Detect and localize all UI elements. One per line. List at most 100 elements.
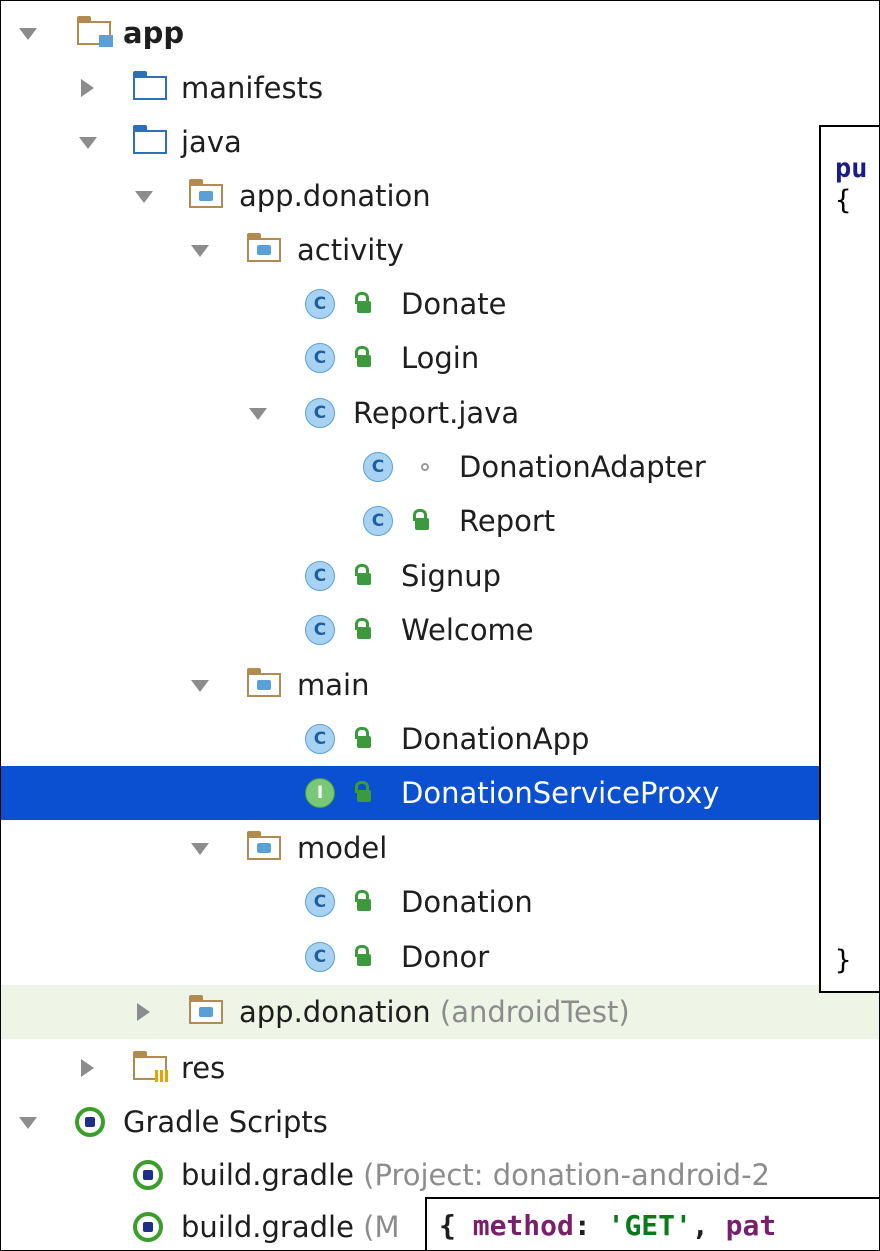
tree-item-welcome[interactable]: C Welcome [1,603,879,657]
tree-item-suffix: (Project: donation-android-2 [363,1158,770,1192]
code-open-brace: { [835,185,852,216]
public-lock-icon [353,945,371,970]
class-icon: C [305,561,335,591]
interface-icon: I [305,778,335,808]
tree-item-label: Report [459,504,556,538]
public-lock-icon [353,564,371,589]
folder-icon [133,125,167,154]
class-icon: C [363,452,393,482]
tree-item-donation-adapter[interactable]: C DonationAdapter [1,440,879,494]
tree-item-donate[interactable]: C Donate [1,277,879,331]
tree-item-gradle-scripts[interactable]: Gradle Scripts [1,1095,879,1149]
public-lock-icon [353,890,371,915]
tree-item-suffix: (androidTest) [439,995,630,1029]
tree-item-label: Signup [401,559,502,593]
tree-item-signup[interactable]: C Signup [1,549,879,603]
class-icon: C [305,887,335,917]
class-icon: C [363,506,393,536]
tree-item-package-android-test[interactable]: app.donation (androidTest) [1,985,879,1039]
public-lock-icon [353,781,371,806]
public-lock-icon [353,292,371,317]
code-comma: , [691,1209,726,1242]
tree-item-app[interactable]: app [1,6,879,60]
tree-item-build-gradle-project[interactable]: build.gradle (Project: donation-android-… [1,1148,879,1202]
resource-folder-icon [133,1051,169,1082]
expand-arrow-icon[interactable] [191,843,209,855]
tree-item-label: app.donation [239,179,431,213]
class-icon: C [305,398,335,428]
code-keyword: pu [835,153,868,184]
package-folder-icon [247,233,281,262]
code-open-brace: { [439,1209,473,1242]
expand-arrow-icon[interactable] [19,1117,37,1129]
expand-arrow-icon[interactable] [249,408,267,420]
tree-item-java[interactable]: java [1,115,879,169]
tree-item-donation-service-proxy[interactable]: I DonationServiceProxy [1,766,879,820]
gradle-icon [133,1160,163,1190]
tree-item-label: build.gradle (M [181,1210,400,1244]
package-folder-icon [189,995,223,1024]
tree-item-label: app.donation (androidTest) [239,995,630,1029]
package-folder-icon [247,831,281,860]
tree-item-donor[interactable]: C Donor [1,930,879,984]
public-lock-icon [353,727,371,752]
tree-item-label: DonationApp [401,722,590,756]
tree-item-label: Report.java [353,396,520,430]
code-method-key: method [472,1209,574,1242]
code-method-value: 'GET' [607,1209,692,1242]
package-folder-icon [247,668,281,697]
tree-item-label: res [181,1051,226,1085]
tree-item-label: app [123,16,185,50]
tree-item-login[interactable]: C Login [1,331,879,385]
package-private-icon [421,463,429,471]
tree-item-label: Donor [401,940,490,974]
tree-item-report-java[interactable]: C Report.java [1,386,879,440]
tree-item-label: manifests [181,71,324,105]
tree-item-report[interactable]: C Report [1,494,879,548]
tree-item-label: DonationServiceProxy [401,776,720,810]
class-icon: C [305,289,335,319]
tree-item-suffix: (M [363,1210,400,1244]
tree-item-label: Donation [401,885,533,919]
tree-item-label: DonationAdapter [459,450,706,484]
tree-item-activity[interactable]: activity [1,223,879,277]
gradle-icon [133,1212,163,1242]
route-config-overlay: { method: 'GET', pat [425,1197,879,1250]
tree-item-label: main [297,668,370,702]
package-folder-icon [189,179,223,208]
gradle-icon [75,1107,105,1137]
tree-item-label: activity [297,233,404,267]
module-folder-icon [77,16,113,47]
tree-item-package-app-donation[interactable]: app.donation [1,169,879,223]
expand-arrow-icon[interactable] [79,137,97,149]
expand-arrow-icon[interactable] [191,245,209,257]
class-icon: C [305,343,335,373]
project-tree-panel: app manifests java app.donation activity… [0,0,880,1251]
tree-item-label: build.gradle (Project: donation-android-… [181,1158,770,1192]
tree-item-donation[interactable]: C Donation [1,875,879,929]
tree-item-res[interactable]: res [1,1041,879,1095]
tree-item-donation-app[interactable]: C DonationApp [1,712,879,766]
tree-item-label: Welcome [401,613,534,647]
expand-arrow-icon[interactable] [19,28,37,40]
code-colon: : [573,1209,608,1242]
public-lock-icon [353,346,371,371]
public-lock-icon [353,618,371,643]
class-icon: C [305,724,335,754]
collapse-arrow-icon[interactable] [81,1059,94,1077]
tree-item-manifests[interactable]: manifests [1,61,879,115]
public-lock-icon [411,509,429,534]
tree-item-model[interactable]: model [1,821,879,875]
tree-item-label: java [181,125,242,159]
code-path-key: pat [725,1209,777,1242]
folder-icon [133,71,167,100]
tree-item-label: Gradle Scripts [123,1105,328,1139]
code-close-brace: } [835,945,852,976]
collapse-arrow-icon[interactable] [81,79,94,97]
tree-item-main[interactable]: main [1,658,879,712]
tree-item-label: Login [401,341,480,375]
collapse-arrow-icon[interactable] [137,1003,150,1021]
class-icon: C [305,942,335,972]
expand-arrow-icon[interactable] [135,191,153,203]
expand-arrow-icon[interactable] [191,680,209,692]
